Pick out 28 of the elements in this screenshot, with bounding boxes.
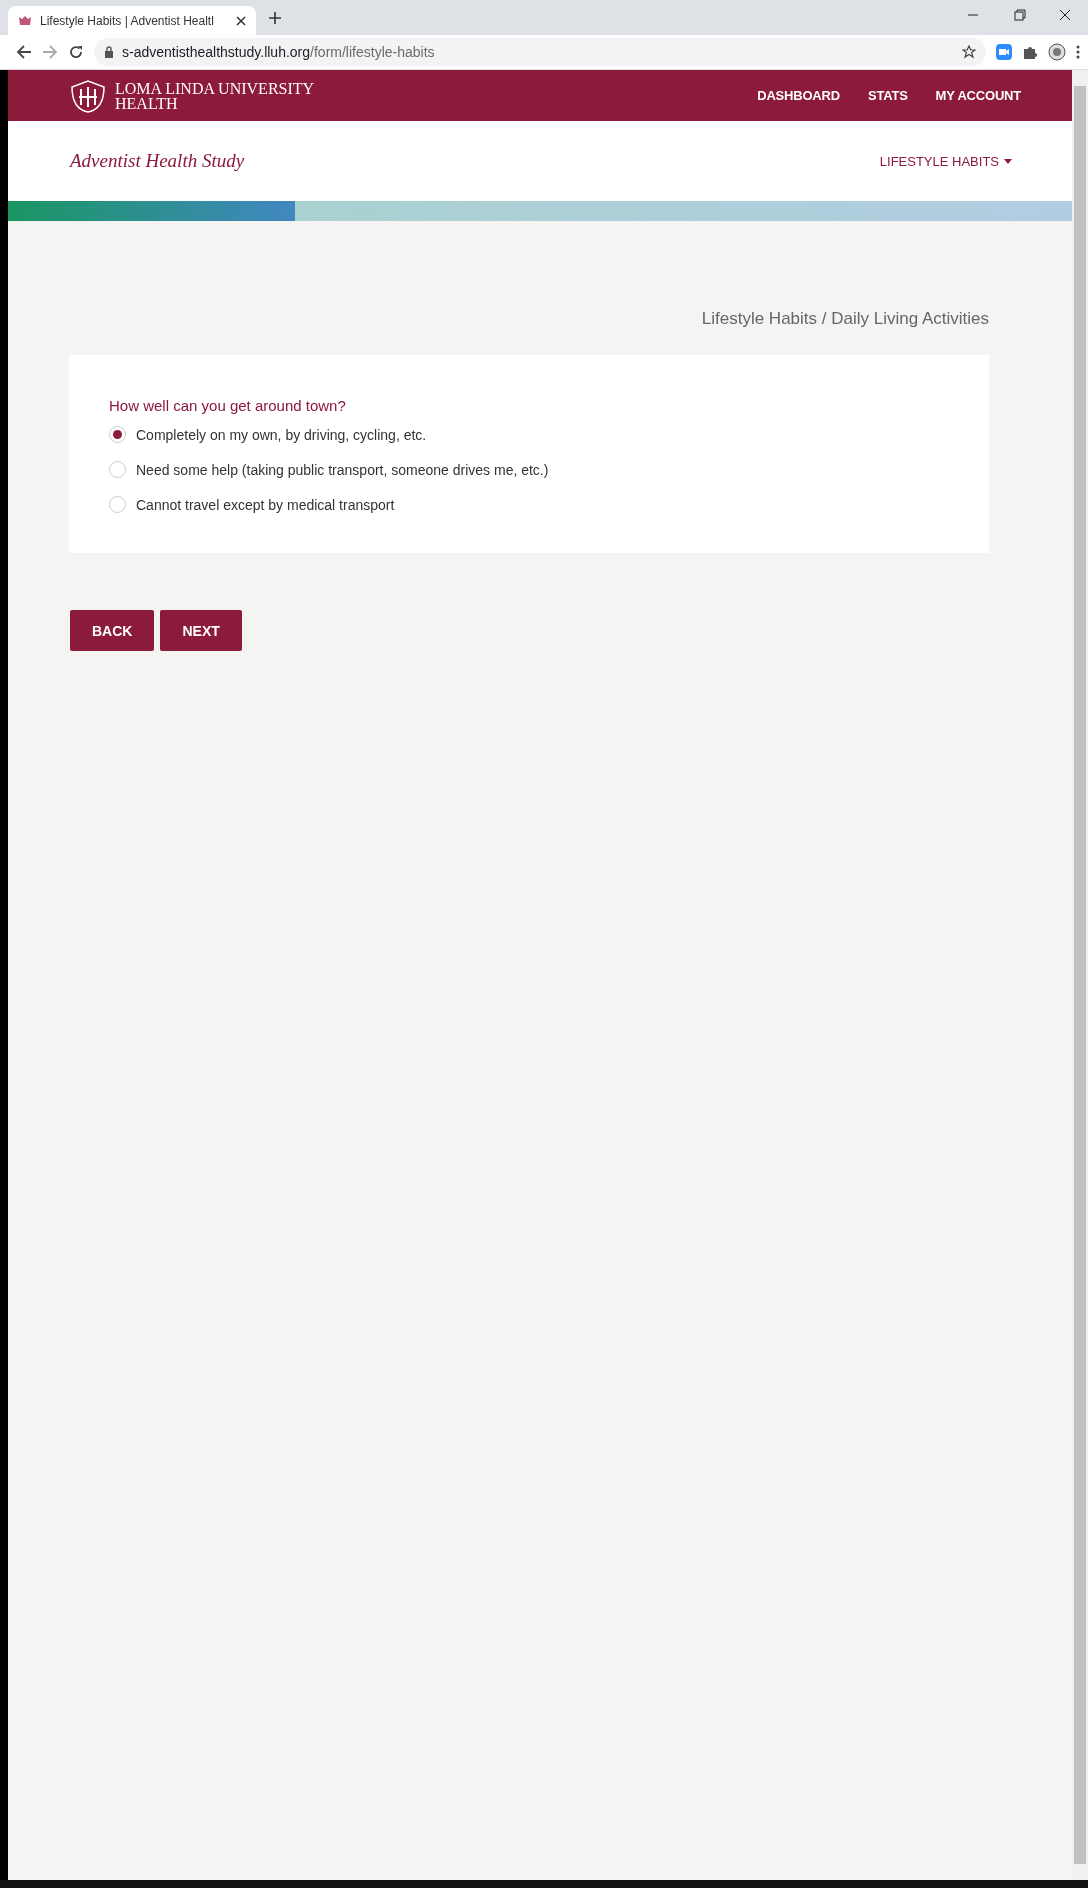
question-text: How well can you get around town? bbox=[109, 397, 347, 414]
radio-option[interactable]: Need some help (taking public transport, someone drives me, etc.) bbox=[109, 457, 949, 482]
section-menu[interactable]: LIFESTYLE HABITS bbox=[879, 153, 1012, 169]
video-camera-icon[interactable] bbox=[996, 44, 1012, 60]
site-title: Adventist Health Study bbox=[70, 150, 245, 172]
back-icon[interactable] bbox=[16, 44, 32, 60]
radio-option[interactable]: Completely on my own, by driving, cycling, etc. bbox=[109, 422, 949, 447]
reload-icon[interactable] bbox=[68, 44, 84, 60]
new-tab-icon[interactable] bbox=[268, 10, 282, 25]
profile-icon[interactable] bbox=[1048, 43, 1066, 61]
caret-icon bbox=[1004, 158, 1012, 164]
scrollbar[interactable] bbox=[1072, 70, 1088, 1880]
radio-option[interactable]: Cannot travel except by medical transport bbox=[109, 492, 949, 517]
close-icon[interactable] bbox=[236, 15, 246, 26]
nav-button[interactable]: BACK bbox=[70, 610, 155, 651]
star-icon[interactable] bbox=[962, 45, 976, 59]
brand-name: HEALTH bbox=[115, 95, 179, 111]
nav-link[interactable]: STATS bbox=[867, 88, 908, 103]
nav-link[interactable]: MY ACCOUNT bbox=[935, 88, 1021, 103]
address-bar[interactable]: s-adventisthealthstudy.lluh.org/form/lifestyle-habits bbox=[94, 38, 986, 66]
lock-icon bbox=[104, 46, 114, 58]
browser-tab[interactable]: Lifestyle Habits | Adventist Healtl bbox=[8, 6, 256, 35]
breadcrumb: Lifestyle Habits / Daily Living Activities bbox=[700, 309, 989, 329]
nav-link[interactable]: DASHBOARD bbox=[757, 88, 840, 103]
puzzle-icon[interactable] bbox=[1022, 44, 1038, 60]
menu-icon[interactable] bbox=[1076, 45, 1080, 59]
nav-button[interactable]: NEXT bbox=[160, 610, 242, 651]
brand-name: LOMA LINDA UNIVERSITY bbox=[115, 80, 315, 96]
